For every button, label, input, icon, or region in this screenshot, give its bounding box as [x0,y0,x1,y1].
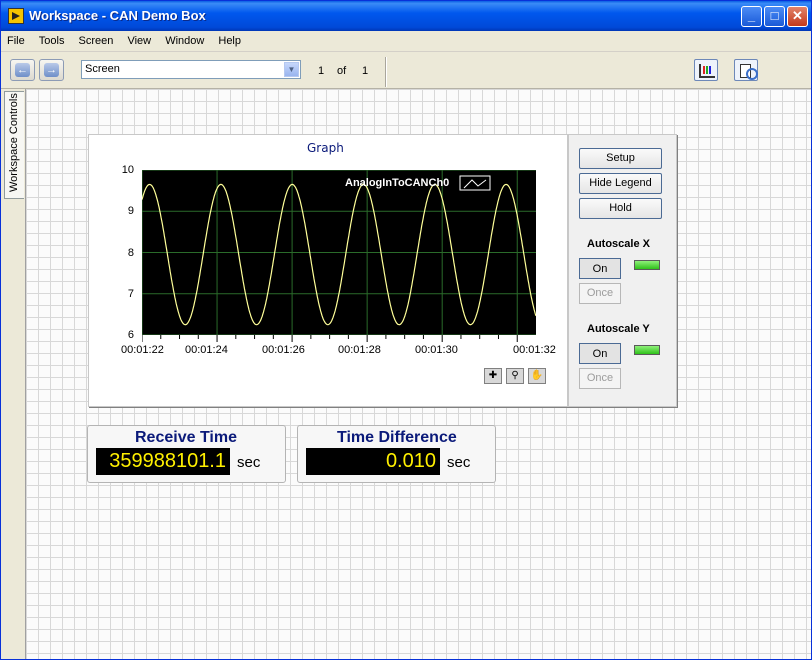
window-title: Workspace - CAN Demo Box [29,8,206,23]
chart-icon[interactable] [694,59,718,81]
time-difference-value: 0.010 [306,448,440,475]
screen-select[interactable]: Screen ▼ [81,60,301,79]
menu-help[interactable]: Help [212,31,246,47]
toolbar-separator [385,57,387,87]
page-total: 1 [362,65,369,77]
menu-bar: File Tools Screen View Window Help [1,31,811,52]
screen-select-value: Screen [85,63,120,75]
y-tick-label: 7 [127,288,134,300]
workspace-controls-label: Workspace Controls [8,93,20,192]
autoscale-y-label: Autoscale Y [587,323,650,335]
close-button[interactable]: ✕ [787,6,808,27]
legend-label: AnalogInToCANCh0 [345,177,449,189]
page-current: 1 [318,65,325,77]
y-tick-label: 6 [127,329,134,341]
receive-time-unit: sec [237,454,261,471]
workspace-controls-tab[interactable]: Workspace Controls [4,91,24,199]
autoscale-x-on-button[interactable]: On [579,258,621,279]
autoscale-y-led [634,345,660,355]
autoscale-x-once-button[interactable]: Once [579,283,621,304]
graph-title: Graph [307,141,344,155]
pan-hand-icon[interactable]: ✋ [528,368,546,384]
back-button[interactable]: ← [10,59,35,81]
menu-file[interactable]: File [1,31,30,47]
autoscale-y-once-button[interactable]: Once [579,368,621,389]
app-window: Workspace - CAN Demo Box _ □ ✕ File Tool… [0,0,812,660]
y-tick-label: 9 [127,205,134,217]
receive-time-value: 359988101.1 [96,448,230,475]
grid-lines [142,170,536,335]
autoscale-x-led [634,260,660,270]
plot-legend[interactable]: AnalogInToCANCh0 [345,175,491,191]
chevron-down-icon[interactable]: ▼ [284,62,299,77]
maximize-button[interactable]: □ [764,6,785,27]
sidebar: Workspace Controls [1,89,25,659]
zoom-icon[interactable]: ⚲ [506,368,524,384]
x-tick-label: 00:01:28 [338,344,381,356]
minimize-button[interactable]: _ [741,6,762,27]
menu-screen[interactable]: Screen [73,31,119,47]
autoscale-y-on-button[interactable]: On [579,343,621,364]
x-tick-label: 00:01:26 [262,344,305,356]
x-tick-label: 00:01:22 [121,344,164,356]
labview-app-icon [8,8,24,24]
time-difference-unit: sec [447,454,471,471]
plot-svg: AnalogInToCANCh0 [142,170,536,335]
x-tick-marks [142,335,518,342]
hide-legend-button[interactable]: Hide Legend [579,173,662,194]
y-tick-label: 10 [121,164,134,176]
x-tick-label: 00:01:32 [513,344,556,356]
menu-view[interactable]: View [121,31,156,47]
crosshair-icon[interactable]: ✚ [484,368,502,384]
menu-tools[interactable]: Tools [33,31,70,47]
y-tick-label: 8 [127,247,134,259]
receive-time-label: Receive Time [135,429,237,446]
forward-arrow-icon: → [44,63,59,77]
back-arrow-icon: ← [15,63,30,77]
forward-button[interactable]: → [39,59,64,81]
series-line-analogintocanch0 [142,183,536,326]
menu-window[interactable]: Window [159,31,209,47]
x-tick-label: 00:01:24 [185,344,228,356]
tools-icon[interactable] [734,59,758,81]
setup-button[interactable]: Setup [579,148,662,169]
hold-button[interactable]: Hold [579,198,662,219]
x-tick-label: 00:01:30 [415,344,458,356]
time-difference-label: Time Difference [337,429,457,446]
autoscale-x-label: Autoscale X [587,238,650,250]
title-bar[interactable]: Workspace - CAN Demo Box _ □ ✕ [1,1,811,31]
page-of-label: of [337,65,347,77]
plot-area[interactable]: AnalogInToCANCh0 [142,170,536,335]
